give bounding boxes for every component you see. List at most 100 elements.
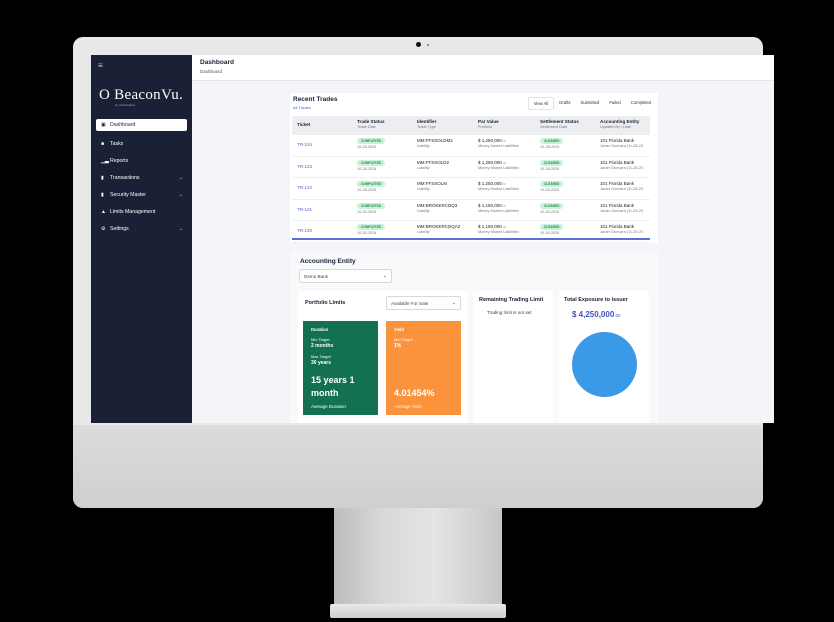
ticket-link[interactable]: TR-123 [297, 164, 312, 169]
document-icon: ▮ [101, 191, 104, 198]
sidebar-item-reports[interactable]: ▁▃ Reports [96, 152, 187, 169]
total-exposure-card: Total Exposure to issuer $ 4,250,000.00 [559, 291, 649, 423]
brand-tagline: by conTessical [115, 103, 135, 107]
total-exposure-title: Total Exposure to issuer [564, 297, 628, 303]
remaining-trading-limit-title: Remaining Trading Limit [479, 297, 544, 303]
trade-status-badge: COMPLETED [357, 138, 386, 144]
tab-completed[interactable]: Completed [626, 97, 656, 110]
duration-card: Duration Min Target 2 months Max Target … [303, 321, 378, 415]
sidebar-item-transactions[interactable]: ▮ Transactions ⌄ [96, 169, 187, 186]
sidebar-item-label: Reports [110, 157, 129, 164]
par-value-cell: $ 1,150,000.00 Money Market Liabilities [478, 224, 519, 234]
accounting-entity-cell: 101 Florida Bank Javier Guevara (11-28-20 [600, 159, 643, 170]
table-row[interactable]: TR-121 COMPLETED 10-30-2024 MM:BROKERCDQ3 Li… [292, 200, 650, 221]
accounting-entity-select[interactable]: Demo Bank ⌄ [299, 269, 392, 283]
top-bar: Dashboard Dashboard [192, 55, 774, 81]
column-header-settlement-status[interactable]: Settlement Status Settlement Date [540, 119, 579, 129]
trade-status-cell: COMPLETED 10-28-2024 [357, 138, 386, 149]
yield-min-label: Min Target [394, 337, 413, 342]
column-header-accounting-entity[interactable]: Accounting Entity Updated By / Date [600, 119, 639, 129]
settlement-status-cell: CLEARED 10-28-2024 [540, 181, 564, 192]
tab-view-all[interactable]: View All [527, 97, 555, 110]
tab-failed[interactable]: Failed [604, 97, 625, 110]
settlement-status-badge: CLEARED [540, 181, 564, 187]
settlement-status-cell: CLEARED 10-28-2024 [540, 138, 564, 149]
document-icon: ▮ [101, 174, 104, 181]
tab-submitted[interactable]: Submitted [575, 97, 604, 110]
par-value-cell: $ 1,250,000.00 Money Market Liabilities [478, 138, 519, 148]
sidebar-item-label: Security Master [110, 191, 147, 198]
column-header-identifier[interactable]: Identifier Trade Type [417, 119, 436, 129]
sidebar-item-tasks[interactable]: ■ Tasks [96, 135, 187, 152]
duration-label: Duration [311, 327, 329, 332]
sidebar-item-label: Transactions [110, 174, 140, 181]
ticket-link[interactable]: TR-120 [297, 228, 312, 233]
ticket-link[interactable]: TR-124 [297, 142, 312, 147]
accounting-entity-heading: Accounting Entity [300, 258, 356, 265]
settlement-status-badge: CLEARED [540, 202, 564, 209]
table-row[interactable]: TR-122 COMPLETED 10-28-2024 MM:FFSSOLM Liabi… [292, 178, 650, 200]
dashboard-icon: ▣ [101, 122, 106, 128]
breadcrumb[interactable]: Dashboard [200, 69, 222, 74]
chevron-down-icon: ⌄ [178, 174, 183, 181]
sidebar-item-label: Tasks [110, 140, 124, 147]
sidebar-item-limits-management[interactable]: ▲ Limits Management [96, 203, 187, 220]
page-title: Dashboard [200, 59, 234, 66]
accounting-entity-value: Demo Bank [304, 273, 329, 279]
average-duration-value: 15 years 1 month [311, 375, 355, 398]
average-yield-label: Average Yield [394, 404, 422, 409]
chevron-down-icon: ⌄ [178, 225, 183, 232]
duration-max-value: 30 years [311, 360, 332, 366]
sidebar-item-label: Dashboard [110, 122, 136, 128]
accounting-entity-cell: 101 Florida Bank Javier Guevara (11-28-20 [600, 181, 643, 191]
settlement-status-badge: CLEARED [540, 159, 564, 166]
par-value-cell: $ 1,250,000.00 Money Market Liabilities [478, 181, 519, 191]
identifier-cell: MM:FFSSOLDM2 Liability [417, 138, 453, 148]
app-screen: ≡ O BeaconVu. by conTessical ▣ Dashboard… [91, 55, 774, 423]
trade-status-cell: COMPLETED 10-30-2024 [357, 202, 386, 214]
sidebar-item-settings[interactable]: ⚙ Settings ⌄ [96, 220, 187, 237]
exposure-pie-chart[interactable] [572, 332, 637, 397]
accounting-entity-cell: 101 Florida Bank Javier Guevara (11-29-20 [600, 202, 643, 213]
duration-max-label: Max Target [311, 354, 331, 359]
column-header-ticket[interactable]: Ticket [297, 122, 310, 127]
portfolio-filter-select[interactable]: Available For Sale ⌄ [386, 296, 461, 310]
settlement-status-cell: CLEARED 10-30-2024 [540, 224, 564, 235]
yield-label: Yield [394, 327, 404, 332]
duration-min-value: 2 months [311, 343, 334, 349]
monitor-stand-base [330, 604, 506, 618]
ticket-link[interactable]: TR-122 [297, 185, 312, 190]
sidebar-item-security-master[interactable]: ▮ Security Master ⌄ [96, 186, 187, 203]
tab-drafts[interactable]: Drafts [554, 97, 575, 110]
par-value-cell: $ 1,150,000.00 Money Market Liabilities [478, 202, 519, 213]
trade-status-badge: COMPLETED [357, 181, 386, 187]
sidebar-item-dashboard[interactable]: ▣ Dashboard [96, 119, 187, 131]
monitor-chin [73, 425, 763, 508]
all-trades-link[interactable]: All Trades [293, 105, 311, 110]
total-exposure-value: $ 4,250,000.00 [572, 310, 621, 319]
table-row[interactable]: TR-124 COMPLETED 10-28-2024 MM:FFSSOLDM2 Lia… [292, 135, 650, 157]
settlement-status-badge: CLEARED [540, 224, 564, 230]
yield-card: Yield Min Target 1% 4.01454% Average Yie… [386, 321, 461, 415]
chevron-down-icon: ⌄ [451, 300, 456, 306]
average-yield-value: 4.01454% [394, 388, 435, 398]
recent-trades-title: Recent Trades [293, 96, 338, 103]
identifier-cell: MM:BROKERCDQA2 Liability [417, 224, 461, 234]
settlement-status-cell: CLEARED 10-28-2024 [540, 159, 564, 171]
column-header-par-value[interactable]: Par Value Portfolio [478, 119, 499, 129]
table-scrollbar[interactable] [292, 238, 650, 240]
trading-limit-status: Trading limit is not set [487, 310, 532, 315]
column-header-trade-status[interactable]: Trade Status Trade Date [357, 119, 385, 129]
chevron-down-icon: ⌄ [382, 273, 387, 279]
reports-icon: ▁▃ [101, 157, 109, 164]
trades-table-body: TR-124 COMPLETED 10-28-2024 MM:FFSSOLDM2 Lia… [292, 135, 650, 243]
portfolio-limits-title: Portfolio Limits [305, 300, 346, 306]
par-value-cell: $ 1,250,000.00 Money Market Liabilities [478, 159, 519, 170]
accounting-entity-cell: 101 Florida Bank Javier Guevara (11-29-20 [600, 224, 643, 234]
portfolio-limits-card: Portfolio Limits Available For Sale ⌄ Du… [298, 291, 468, 423]
remaining-trading-limit-card: Remaining Trading Limit Trading limit is… [473, 291, 553, 423]
table-row[interactable]: TR-123 COMPLETED 10-28-2024 MM:FFSSOLD2 Liab… [292, 157, 650, 178]
recent-trades-card: Recent Trades All Trades View All Drafts… [290, 93, 658, 243]
ticket-link[interactable]: TR-121 [297, 207, 312, 212]
hamburger-menu-icon[interactable]: ≡ [98, 61, 103, 70]
